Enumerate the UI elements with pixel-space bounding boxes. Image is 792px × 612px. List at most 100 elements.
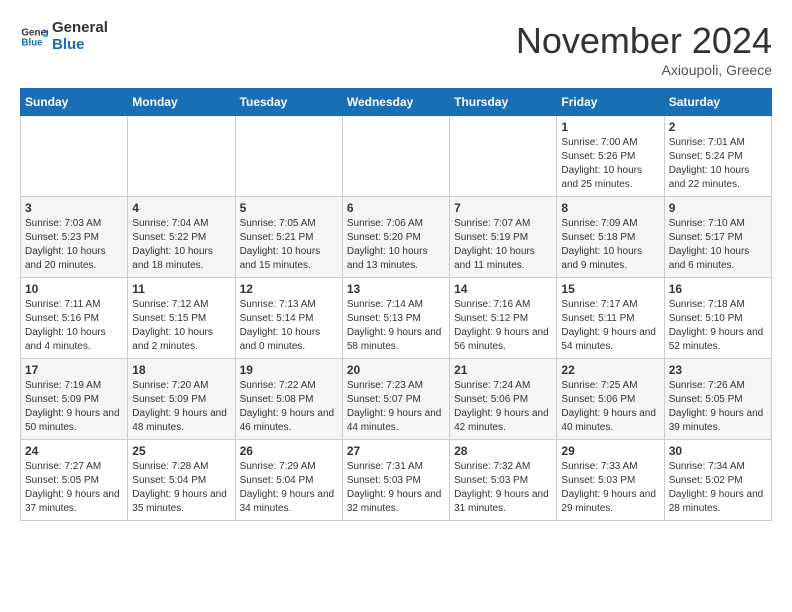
- day-cell: [342, 116, 449, 197]
- day-cell: 16 Sunrise: 7:18 AM Sunset: 5:10 PM Dayli…: [664, 278, 771, 359]
- day-cell: 14Sunrise: 7:16 AM Sunset: 5:12 PM Dayli…: [450, 278, 557, 359]
- day-cell: 12 Sunrise: 7:13 AM Sunset: 5:14 PM Dayli…: [235, 278, 342, 359]
- day-info: Sunrise: 7:27 AM Sunset: 5:05 PM Dayligh…: [25, 460, 123, 516]
- day-cell: 13 Sunrise: 7:14 AM Sunset: 5:13 PM Dayli…: [342, 278, 449, 359]
- calendar-header-row: SundayMondayTuesdayWednesdayThursdayFrid…: [21, 89, 772, 116]
- title-area: November 2024 Axioupoli, Greece: [516, 20, 772, 78]
- day-info: Sunrise: 7:26 AM Sunset: 5:05 PM Dayligh…: [669, 379, 767, 435]
- day-cell: 30 Sunrise: 7:34 AM Sunset: 5:02 PM Dayli…: [664, 440, 771, 521]
- day-info: Sunrise: 7:14 AM Sunset: 5:13 PM Dayligh…: [347, 298, 445, 354]
- day-info: Sunrise: 7:06 AM Sunset: 5:20 PM Dayligh…: [347, 217, 445, 273]
- day-info: Sunrise: 7:12 AM Sunset: 5:15 PM Dayligh…: [132, 298, 230, 354]
- logo-blue: Blue: [52, 37, 108, 54]
- day-cell: 11Sunrise: 7:12 AM Sunset: 5:15 PM Dayli…: [128, 278, 235, 359]
- day-number: 2: [669, 120, 767, 134]
- day-info: Sunrise: 7:32 AM Sunset: 5:03 PM Dayligh…: [454, 460, 552, 516]
- header-monday: Monday: [128, 89, 235, 116]
- week-row-0: 1Sunrise: 7:00 AM Sunset: 5:26 PM Daylig…: [21, 116, 772, 197]
- day-number: 29: [561, 444, 659, 458]
- day-cell: 19 Sunrise: 7:22 AM Sunset: 5:08 PM Dayli…: [235, 359, 342, 440]
- day-info: Sunrise: 7:18 AM Sunset: 5:10 PM Dayligh…: [669, 298, 767, 354]
- day-cell: 20 Sunrise: 7:23 AM Sunset: 5:07 PM Dayli…: [342, 359, 449, 440]
- day-info: Sunrise: 7:10 AM Sunset: 5:17 PM Dayligh…: [669, 217, 767, 273]
- day-cell: 18Sunrise: 7:20 AM Sunset: 5:09 PM Dayli…: [128, 359, 235, 440]
- day-number: 1: [561, 120, 659, 134]
- day-cell: 22 Sunrise: 7:25 AM Sunset: 5:06 PM Dayli…: [557, 359, 664, 440]
- week-row-1: 3 Sunrise: 7:03 AM Sunset: 5:23 PM Daylig…: [21, 197, 772, 278]
- day-info: Sunrise: 7:13 AM Sunset: 5:14 PM Dayligh…: [240, 298, 338, 354]
- header-wednesday: Wednesday: [342, 89, 449, 116]
- day-number: 12: [240, 282, 338, 296]
- day-cell: 23 Sunrise: 7:26 AM Sunset: 5:05 PM Dayli…: [664, 359, 771, 440]
- day-cell: 7 Sunrise: 7:07 AM Sunset: 5:19 PM Daylig…: [450, 197, 557, 278]
- day-cell: 4Sunrise: 7:04 AM Sunset: 5:22 PM Daylig…: [128, 197, 235, 278]
- day-info: Sunrise: 7:33 AM Sunset: 5:03 PM Dayligh…: [561, 460, 659, 516]
- header-tuesday: Tuesday: [235, 89, 342, 116]
- day-cell: 9 Sunrise: 7:10 AM Sunset: 5:17 PM Daylig…: [664, 197, 771, 278]
- day-info: Sunrise: 7:34 AM Sunset: 5:02 PM Dayligh…: [669, 460, 767, 516]
- week-row-4: 24 Sunrise: 7:27 AM Sunset: 5:05 PM Dayli…: [21, 440, 772, 521]
- day-cell: 29 Sunrise: 7:33 AM Sunset: 5:03 PM Dayli…: [557, 440, 664, 521]
- day-info: Sunrise: 7:22 AM Sunset: 5:08 PM Dayligh…: [240, 379, 338, 435]
- day-info: Sunrise: 7:01 AM Sunset: 5:24 PM Dayligh…: [669, 136, 767, 192]
- day-info: Sunrise: 7:24 AM Sunset: 5:06 PM Dayligh…: [454, 379, 552, 435]
- day-cell: [235, 116, 342, 197]
- day-number: 4: [132, 201, 230, 215]
- day-number: 3: [25, 201, 123, 215]
- day-info: Sunrise: 7:25 AM Sunset: 5:06 PM Dayligh…: [561, 379, 659, 435]
- day-number: 18: [132, 363, 230, 377]
- header-saturday: Saturday: [664, 89, 771, 116]
- logo-general: General: [52, 20, 108, 37]
- day-number: 21: [454, 363, 552, 377]
- day-info: Sunrise: 7:23 AM Sunset: 5:07 PM Dayligh…: [347, 379, 445, 435]
- day-info: Sunrise: 7:05 AM Sunset: 5:21 PM Dayligh…: [240, 217, 338, 273]
- day-number: 25: [132, 444, 230, 458]
- day-cell: [450, 116, 557, 197]
- day-info: Sunrise: 7:28 AM Sunset: 5:04 PM Dayligh…: [132, 460, 230, 516]
- day-cell: 17 Sunrise: 7:19 AM Sunset: 5:09 PM Dayli…: [21, 359, 128, 440]
- day-number: 24: [25, 444, 123, 458]
- day-cell: [21, 116, 128, 197]
- day-number: 5: [240, 201, 338, 215]
- day-number: 8: [561, 201, 659, 215]
- header-friday: Friday: [557, 89, 664, 116]
- header-sunday: Sunday: [21, 89, 128, 116]
- day-number: 10: [25, 282, 123, 296]
- day-number: 22: [561, 363, 659, 377]
- day-cell: 28 Sunrise: 7:32 AM Sunset: 5:03 PM Dayli…: [450, 440, 557, 521]
- day-number: 30: [669, 444, 767, 458]
- location-subtitle: Axioupoli, Greece: [516, 62, 772, 78]
- day-number: 13: [347, 282, 445, 296]
- day-info: Sunrise: 7:11 AM Sunset: 5:16 PM Dayligh…: [25, 298, 123, 354]
- day-number: 28: [454, 444, 552, 458]
- page-header: General Blue General Blue November 2024 …: [20, 20, 772, 78]
- day-cell: 15 Sunrise: 7:17 AM Sunset: 5:11 PM Dayli…: [557, 278, 664, 359]
- week-row-2: 10 Sunrise: 7:11 AM Sunset: 5:16 PM Dayli…: [21, 278, 772, 359]
- day-number: 19: [240, 363, 338, 377]
- day-number: 7: [454, 201, 552, 215]
- day-info: Sunrise: 7:07 AM Sunset: 5:19 PM Dayligh…: [454, 217, 552, 273]
- day-cell: 3 Sunrise: 7:03 AM Sunset: 5:23 PM Daylig…: [21, 197, 128, 278]
- day-info: Sunrise: 7:17 AM Sunset: 5:11 PM Dayligh…: [561, 298, 659, 354]
- day-info: Sunrise: 7:03 AM Sunset: 5:23 PM Dayligh…: [25, 217, 123, 273]
- day-cell: 21 Sunrise: 7:24 AM Sunset: 5:06 PM Dayli…: [450, 359, 557, 440]
- day-info: Sunrise: 7:19 AM Sunset: 5:09 PM Dayligh…: [25, 379, 123, 435]
- day-number: 26: [240, 444, 338, 458]
- day-info: Sunrise: 7:31 AM Sunset: 5:03 PM Dayligh…: [347, 460, 445, 516]
- day-number: 9: [669, 201, 767, 215]
- day-cell: 1Sunrise: 7:00 AM Sunset: 5:26 PM Daylig…: [557, 116, 664, 197]
- day-number: 16: [669, 282, 767, 296]
- day-number: 23: [669, 363, 767, 377]
- day-info: Sunrise: 7:09 AM Sunset: 5:18 PM Dayligh…: [561, 217, 659, 273]
- header-thursday: Thursday: [450, 89, 557, 116]
- day-cell: 2 Sunrise: 7:01 AM Sunset: 5:24 PM Daylig…: [664, 116, 771, 197]
- day-number: 17: [25, 363, 123, 377]
- day-cell: 25 Sunrise: 7:28 AM Sunset: 5:04 PM Dayli…: [128, 440, 235, 521]
- day-number: 15: [561, 282, 659, 296]
- day-number: 20: [347, 363, 445, 377]
- logo: General Blue General Blue: [20, 20, 108, 53]
- day-number: 27: [347, 444, 445, 458]
- day-cell: 24 Sunrise: 7:27 AM Sunset: 5:05 PM Dayli…: [21, 440, 128, 521]
- logo-icon: General Blue: [20, 23, 48, 51]
- day-cell: 27 Sunrise: 7:31 AM Sunset: 5:03 PM Dayli…: [342, 440, 449, 521]
